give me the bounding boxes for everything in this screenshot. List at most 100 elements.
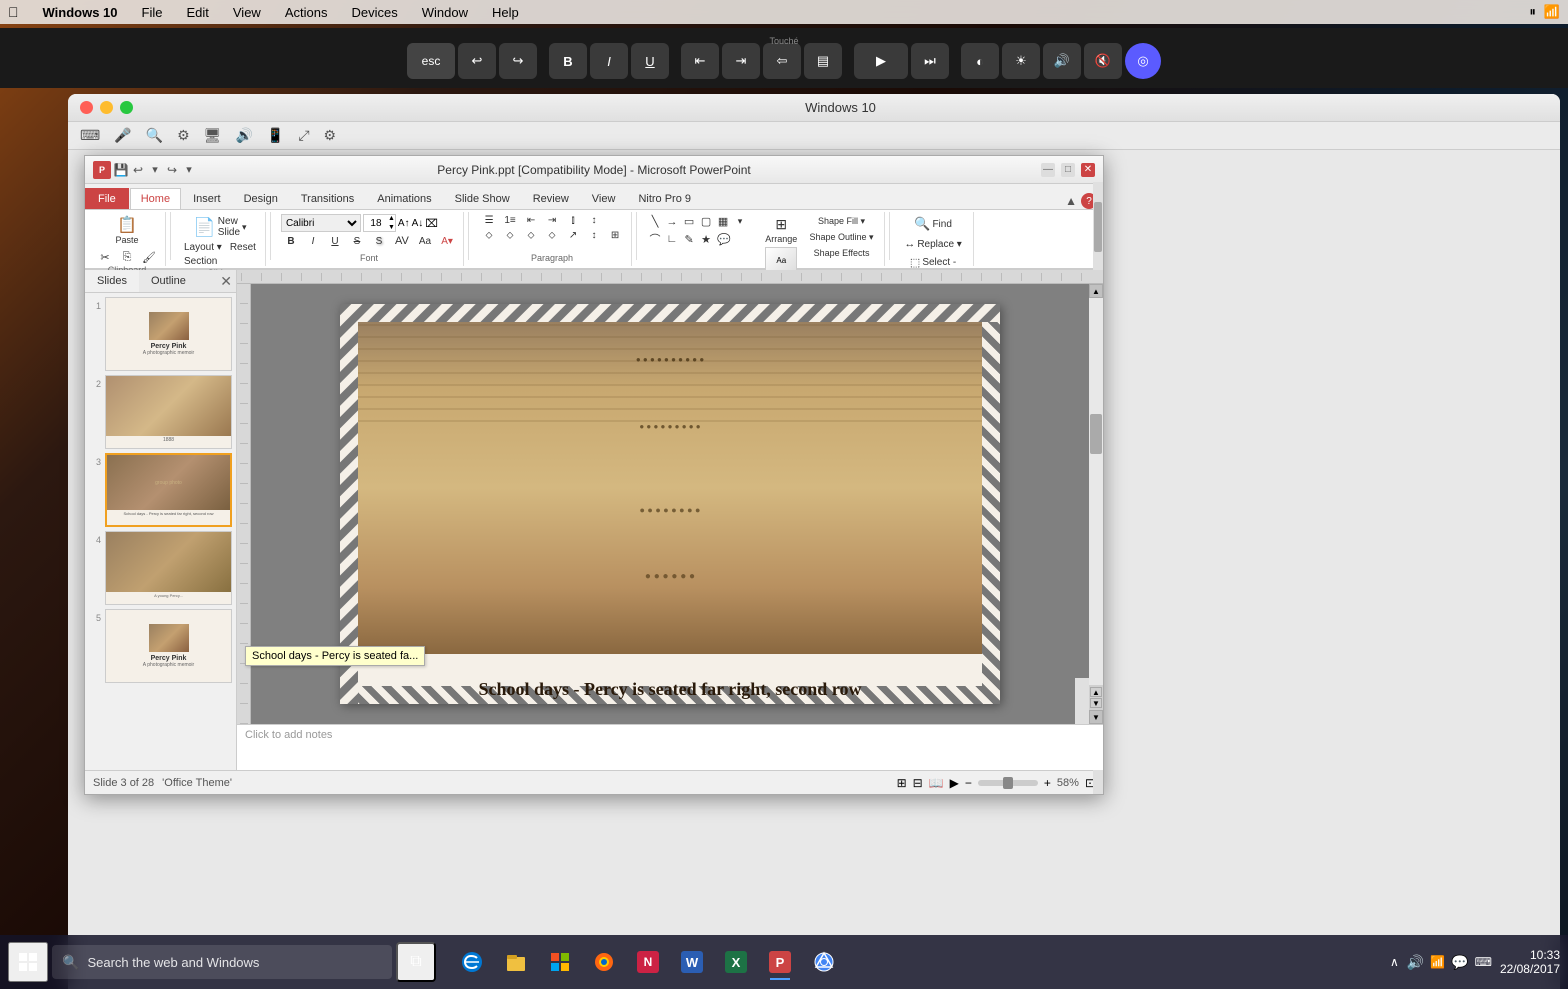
touchbar-brightness-down[interactable]: ◐ — [961, 43, 999, 79]
decrease-indent-btn[interactable]: ⇤ — [521, 214, 541, 227]
tab-review[interactable]: Review — [522, 188, 580, 209]
align-right-btn[interactable]: ⬦ — [521, 229, 541, 242]
spacing-button[interactable]: AV — [391, 234, 413, 248]
normal-view-btn[interactable]: ⊞ — [897, 776, 907, 790]
tab-view[interactable]: View — [581, 188, 627, 209]
touchbar-underline[interactable]: U — [631, 43, 669, 79]
menubar-window[interactable]: Window — [418, 5, 472, 20]
notes-scrollbar[interactable] — [1075, 678, 1089, 724]
section-button[interactable]: Section — [181, 255, 220, 268]
find-button[interactable]: 🔍Find — [900, 214, 966, 234]
strikethrough-button[interactable]: S — [347, 235, 367, 248]
notes-area[interactable]: Click to add notes — [237, 724, 1103, 770]
show-hidden-icons[interactable]: ∧ — [1390, 955, 1399, 969]
close-button[interactable] — [80, 101, 93, 114]
scroll-down-btn[interactable]: ▼ — [1089, 710, 1103, 724]
increase-indent-btn[interactable]: ⇥ — [542, 214, 562, 227]
paste-button[interactable]: 📋 Paste — [107, 214, 146, 249]
tab-file[interactable]: File — [85, 188, 129, 209]
format-painter-button[interactable]: 🖌 — [139, 250, 159, 265]
chrome-sound-btn[interactable]: 🔊 — [231, 125, 256, 146]
reset-button[interactable]: Reset — [227, 241, 259, 254]
chrome-expand-btn[interactable]: ⤢ — [294, 125, 313, 146]
copy-button[interactable]: ⎘ — [117, 250, 137, 265]
slide-vertical-scrollbar[interactable]: ▲ ▲ ▼ ▼ — [1089, 284, 1103, 724]
chrome-settings-btn[interactable]: ⚙ — [173, 125, 194, 146]
arrange-button[interactable]: ⊞ Arrange — [761, 214, 801, 246]
slide-image-3[interactable]: group photo School days - Percy is seate… — [105, 453, 232, 527]
quick-dropdown-btn[interactable]: ▾ — [182, 163, 196, 177]
italic-button[interactable]: I — [303, 235, 323, 248]
reading-view-btn[interactable]: 📖 — [929, 776, 944, 790]
slide-thumb-5[interactable]: 5 Percy Pink A photographic memoir — [89, 609, 232, 683]
textshadow-button[interactable]: S — [369, 235, 389, 248]
fontsize-menu-btn[interactable]: Aa — [415, 235, 435, 248]
menubar-actions[interactable]: Actions — [281, 5, 332, 20]
touchbar-redo[interactable]: ↪ — [499, 43, 537, 79]
taskbar-word-icon[interactable]: W — [672, 942, 712, 982]
taskbar-excel-icon[interactable]: X — [716, 942, 756, 982]
slide-thumb-4[interactable]: 4 A young Percy... — [89, 531, 232, 605]
main-slide[interactable]: ● ● ● ● ● ● ● ● ● ● ● ● ● ● ● ● ● ● ● ● … — [340, 304, 1000, 704]
menubar-windows10[interactable]: Windows 10 — [39, 5, 122, 20]
notification-icon[interactable]: 💬 — [1451, 954, 1468, 971]
quick-save-btn[interactable]: 💾 — [114, 163, 128, 177]
bold-button[interactable]: B — [281, 235, 301, 248]
font-size-up[interactable]: ▲ — [388, 214, 395, 223]
zoom-thumb[interactable] — [1003, 777, 1013, 789]
chrome-keyboard-btn[interactable]: ⌨ — [76, 125, 104, 146]
quick-undo-btn[interactable]: ↩ — [131, 163, 145, 177]
ribbon-collapse-btn[interactable]: ▲ — [1065, 194, 1077, 208]
zoom-in-btn[interactable]: + — [1044, 776, 1051, 790]
ppt-maximize-btn[interactable]: □ — [1061, 163, 1075, 177]
ppt-close-btn[interactable]: ✕ — [1081, 163, 1095, 177]
columns-btn[interactable]: ⫾ — [563, 214, 583, 227]
decrease-font-btn[interactable]: A↓ — [412, 218, 424, 229]
taskbar-explorer-icon[interactable] — [496, 942, 536, 982]
slide-thumb-3[interactable]: 3 group photo School days - Percy is sea… — [89, 453, 232, 527]
taskbar-chrome-icon[interactable] — [804, 942, 844, 982]
touchbar-mute[interactable]: 🔇 — [1084, 43, 1122, 79]
scroll-track[interactable] — [1089, 298, 1103, 685]
shape-outline-btn[interactable]: Shape Outline ▾ — [806, 230, 878, 245]
shape-round-btn[interactable]: ▢ — [698, 214, 714, 229]
shape-rect-btn[interactable]: ▭ — [681, 214, 697, 229]
touchbar-skip[interactable]: ⏭ — [911, 43, 949, 79]
smartart-btn[interactable]: ⊞ — [605, 229, 625, 242]
shape-effects-btn[interactable]: Shape Effects — [806, 246, 878, 260]
quick-redo-btn[interactable]: ↪ — [165, 163, 179, 177]
chrome-search-btn[interactable]: 🔍 — [142, 125, 167, 146]
menubar-devices[interactable]: Devices — [347, 5, 401, 20]
chrome-screen-btn[interactable]: 📱 — [263, 125, 288, 146]
shape-more-btn[interactable]: ▦ — [715, 214, 731, 229]
fullscreen-button[interactable] — [120, 101, 133, 114]
font-color-button[interactable]: A▾ — [437, 235, 457, 248]
scroll-up-btn[interactable]: ▲ — [1089, 284, 1103, 298]
scroll-thumb[interactable] — [1090, 414, 1102, 454]
chrome-gear-btn[interactable]: ⚙ — [320, 125, 341, 146]
chrome-audio-btn[interactable]: 🎤 — [110, 125, 135, 146]
nav-btn-1[interactable]: ▲ — [1090, 687, 1102, 697]
slide-image-1[interactable]: Percy Pink A photographic memoir — [105, 297, 232, 371]
text-direction-btn[interactable]: ↗ — [563, 229, 583, 242]
new-slide-button[interactable]: 📄 New Slide ▾ — [189, 214, 250, 240]
underline-button[interactable]: U — [325, 235, 345, 248]
menubar-file[interactable]: File — [138, 5, 167, 20]
tab-insert[interactable]: Insert — [182, 188, 232, 209]
slide-panel-close-btn[interactable]: ✕ — [220, 273, 232, 290]
layout-button[interactable]: Layout ▾ — [181, 241, 225, 254]
taskbar-firefox-icon[interactable] — [584, 942, 624, 982]
touchbar-brightness-up[interactable]: ☀ — [1002, 43, 1040, 79]
touchbar-justify[interactable]: ▤ — [804, 43, 842, 79]
text-align-vert-btn[interactable]: ↕ — [584, 229, 604, 242]
touchbar-bold[interactable]: B — [549, 43, 587, 79]
tab-design[interactable]: Design — [233, 188, 289, 209]
menubar-edit[interactable]: Edit — [182, 5, 212, 20]
quick-undo-arrow[interactable]: ▾ — [148, 163, 162, 177]
shape-arrow-btn[interactable]: → — [664, 214, 680, 229]
touchbar-siri[interactable]: ◎ — [1125, 43, 1161, 79]
system-clock[interactable]: 10:33 22/08/2017 — [1500, 948, 1560, 976]
task-view-btn[interactable]: ⧉ — [396, 942, 436, 982]
font-family-select[interactable]: Calibri — [281, 214, 361, 232]
shape-callout-btn[interactable]: 💬 — [715, 230, 733, 248]
